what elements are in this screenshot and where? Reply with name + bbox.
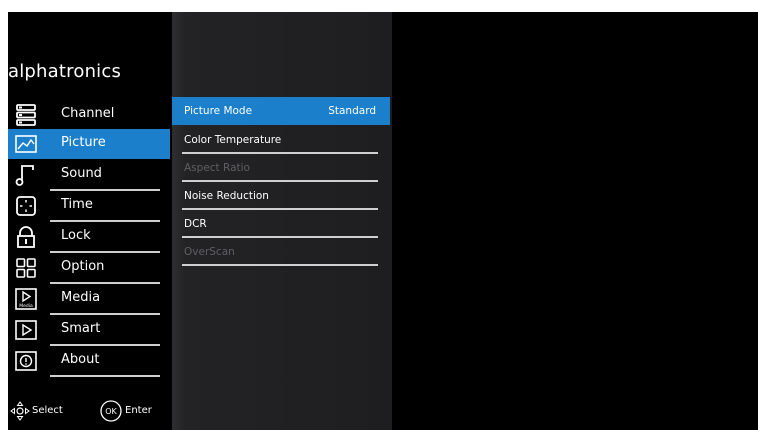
submenu-item-dcr[interactable]: DCR xyxy=(172,210,390,238)
menu-item-label: About xyxy=(61,352,100,367)
submenu-item-label: Noise Reduction xyxy=(184,190,269,202)
submenu-divider xyxy=(182,264,378,266)
submenu-item-label: Aspect Ratio xyxy=(184,162,250,174)
time-icon xyxy=(14,194,38,218)
submenu-item-picture-mode[interactable]: Picture Mode Standard xyxy=(172,97,390,125)
menu-item-channel[interactable]: Channel xyxy=(8,100,170,131)
submenu-item-value: Standard xyxy=(328,105,376,117)
menu-item-option[interactable]: Option xyxy=(8,253,170,284)
menu-item-label: Picture xyxy=(61,135,106,150)
hint-enter-label: Enter xyxy=(125,405,152,416)
media-play-icon: Media xyxy=(14,287,38,311)
option-grid-icon xyxy=(14,256,38,280)
menu-item-label: Lock xyxy=(61,228,91,243)
menu-item-picture[interactable]: Picture xyxy=(8,129,170,159)
menu-item-label: Media xyxy=(61,290,101,305)
menu-item-label: Smart xyxy=(61,321,101,336)
menu-item-smart[interactable]: Smart xyxy=(8,315,170,346)
menu-item-media[interactable]: Media Media xyxy=(8,284,170,315)
music-note-icon xyxy=(14,163,38,187)
menu-item-about[interactable]: About xyxy=(8,346,170,377)
submenu-item-label: Color Temperature xyxy=(184,134,282,146)
submenu-item-label: DCR xyxy=(184,218,207,230)
submenu-item-label: OverScan xyxy=(184,246,235,258)
main-menu-sidebar: alphatronics Channel Picture Sound Time … xyxy=(8,12,172,430)
directional-pad-icon xyxy=(10,401,30,421)
menu-item-label: Option xyxy=(61,259,105,274)
hint-select-label: Select xyxy=(32,405,63,416)
menu-item-label: Sound xyxy=(61,166,102,181)
submenu-item-label: Picture Mode xyxy=(184,105,253,117)
submenu-item-overscan: OverScan xyxy=(172,238,390,266)
menu-item-lock[interactable]: Lock xyxy=(8,222,170,253)
submenu-item-color-temperature[interactable]: Color Temperature xyxy=(172,126,390,154)
svg-text:Media: Media xyxy=(19,303,33,309)
menu-item-label: Channel xyxy=(61,106,115,121)
lock-icon xyxy=(14,225,38,249)
picture-icon xyxy=(14,132,38,156)
submenu-item-aspect-ratio: Aspect Ratio xyxy=(172,154,390,182)
svg-text:OK: OK xyxy=(105,407,117,416)
smart-play-icon xyxy=(14,318,38,342)
menu-item-label: Time xyxy=(61,197,93,212)
menu-item-sound[interactable]: Sound xyxy=(8,160,170,191)
info-icon xyxy=(14,349,38,373)
tv-screen: alphatronics Channel Picture Sound Time … xyxy=(8,12,758,430)
brand-logo: alphatronics xyxy=(8,61,122,82)
key-hint-bar: Select OK Enter xyxy=(8,396,172,426)
menu-divider xyxy=(50,375,160,377)
ok-button-icon: OK xyxy=(99,399,123,423)
menu-item-time[interactable]: Time xyxy=(8,191,170,222)
picture-submenu: Picture Mode Standard Color Temperature … xyxy=(172,12,392,430)
channel-list-icon xyxy=(14,103,38,127)
submenu-item-noise-reduction[interactable]: Noise Reduction xyxy=(172,182,390,210)
